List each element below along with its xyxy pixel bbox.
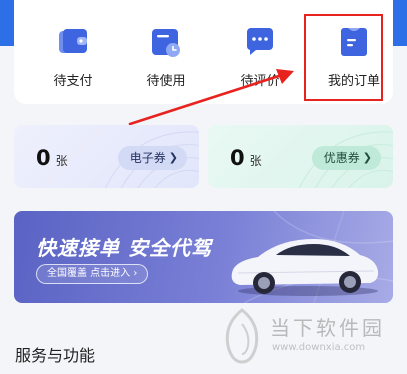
- electronic-coupon-button[interactable]: 电子券 ❯: [117, 146, 187, 170]
- electronic-coupon-card[interactable]: 0 张 电子券 ❯: [14, 125, 199, 188]
- wallet-icon: [59, 29, 87, 53]
- section-title: 服务与功能: [15, 346, 96, 365]
- chat-dots-icon: [246, 28, 273, 55]
- car-illustration: [231, 239, 379, 296]
- coupon-count: 0 张: [230, 146, 262, 170]
- designated-driver-banner[interactable]: 快速接单 安全代驾 全国覆盖 点击进入 ›: [14, 211, 393, 303]
- banner-subtitle[interactable]: 全国覆盖 点击进入 ›: [36, 264, 149, 284]
- watermark-name: 当下软件园: [270, 316, 385, 340]
- order-item-label: 待支付: [53, 74, 93, 89]
- order-item-my-orders[interactable]: 我的订单: [316, 24, 392, 94]
- coupon-count-number: 0: [36, 146, 51, 170]
- coupon-count: 0 张: [36, 146, 68, 170]
- order-item-to-use[interactable]: 待使用: [128, 24, 204, 94]
- clock-card-icon: [152, 29, 180, 57]
- order-item-label: 我的订单: [327, 74, 380, 89]
- order-item-label: 待评价: [240, 74, 280, 89]
- banner-title: 快速接单 安全代驾: [36, 236, 212, 260]
- electronic-coupon-button-label: 电子券: [129, 151, 166, 165]
- chevron-right-icon: ❯: [362, 151, 372, 164]
- watermark-logo-icon: [225, 308, 259, 364]
- coupon-count-number: 0: [230, 146, 245, 170]
- order-item-pending-payment[interactable]: 待支付: [35, 24, 111, 94]
- watermark: 当下软件园 www.downxia.com: [212, 304, 402, 370]
- discount-coupon-button[interactable]: 优惠券 ❯: [311, 146, 381, 170]
- coupon-count-unit: 张: [55, 154, 68, 168]
- chevron-right-icon: ❯: [168, 151, 178, 164]
- order-doc-icon: [341, 28, 367, 56]
- order-status-card: 待支付 待使用 待评价 我的订单: [14, 0, 393, 104]
- order-item-label: 待使用: [146, 74, 186, 89]
- discount-coupon-button-label: 优惠券: [323, 151, 360, 165]
- watermark-url: www.downxia.com: [272, 342, 366, 353]
- coupon-count-unit: 张: [249, 154, 262, 168]
- order-item-to-review[interactable]: 待评价: [222, 24, 298, 94]
- discount-coupon-card[interactable]: 0 张 优惠券 ❯: [208, 125, 393, 188]
